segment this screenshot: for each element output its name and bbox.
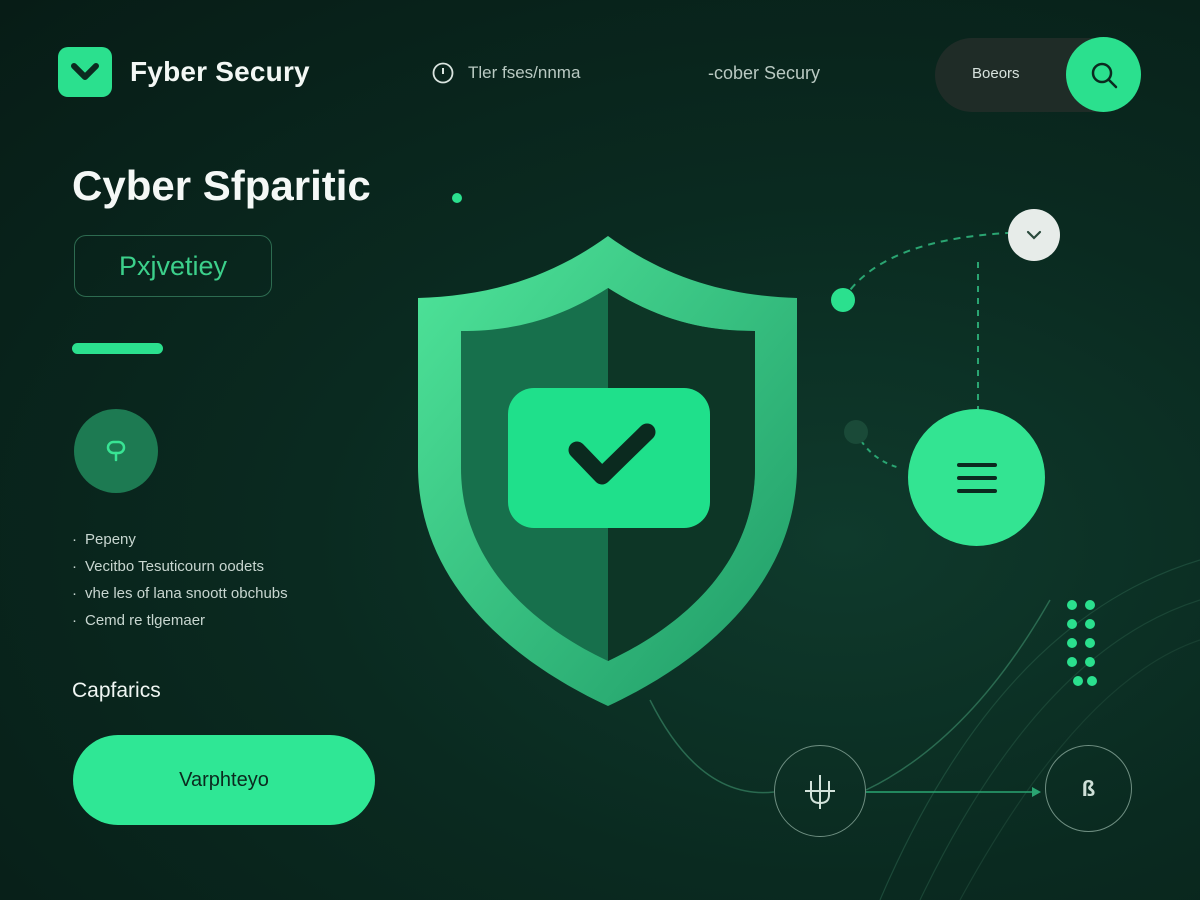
shield-check-icon (418, 236, 797, 706)
clock-icon (432, 62, 454, 84)
brand-name: Fyber Secury (130, 56, 310, 87)
bottom-node-left[interactable] (774, 745, 866, 837)
chevron-check-icon (71, 63, 99, 80)
search-label: Boeors (972, 65, 1020, 82)
nav-item-1-label: Tler fses/nnma (468, 63, 581, 82)
feature-list: Pepeny Vecitbo Tesuticourn oodets vhe le… (72, 530, 288, 638)
search-icon (1091, 62, 1117, 88)
logo[interactable] (58, 47, 112, 97)
chevron-down-icon (1026, 230, 1042, 240)
hamburger-menu-icon (956, 462, 997, 493)
outline-button[interactable]: Pxjvetiey (74, 235, 272, 297)
menu-button[interactable] (908, 409, 1045, 546)
search-button[interactable] (1066, 37, 1141, 112)
bottom-node-label: ß (1081, 775, 1096, 801)
plug-icon (805, 775, 835, 809)
section-label: Capfarics (72, 679, 161, 702)
key-icon (106, 440, 126, 462)
title-dot (452, 193, 462, 203)
cta-button[interactable]: Varphteyo (73, 735, 375, 825)
bottom-node-right[interactable]: ß (1045, 745, 1132, 832)
list-item: vhe les of lana snoott obchubs (72, 584, 288, 611)
nav-item-2[interactable]: -cober Secury (708, 63, 820, 84)
list-item: Vecitbo Tesuticourn oodets (72, 557, 288, 584)
top-node[interactable] (1008, 209, 1060, 261)
list-item: Cemd re tlgemaer (72, 611, 288, 638)
feature-icon-button[interactable] (74, 409, 158, 493)
nav-item-1[interactable]: Tler fses/nnma (432, 62, 580, 84)
list-item: Pepeny (72, 530, 288, 557)
page-title: Cyber Sfparitic (72, 162, 371, 209)
accent-bar (72, 343, 163, 354)
